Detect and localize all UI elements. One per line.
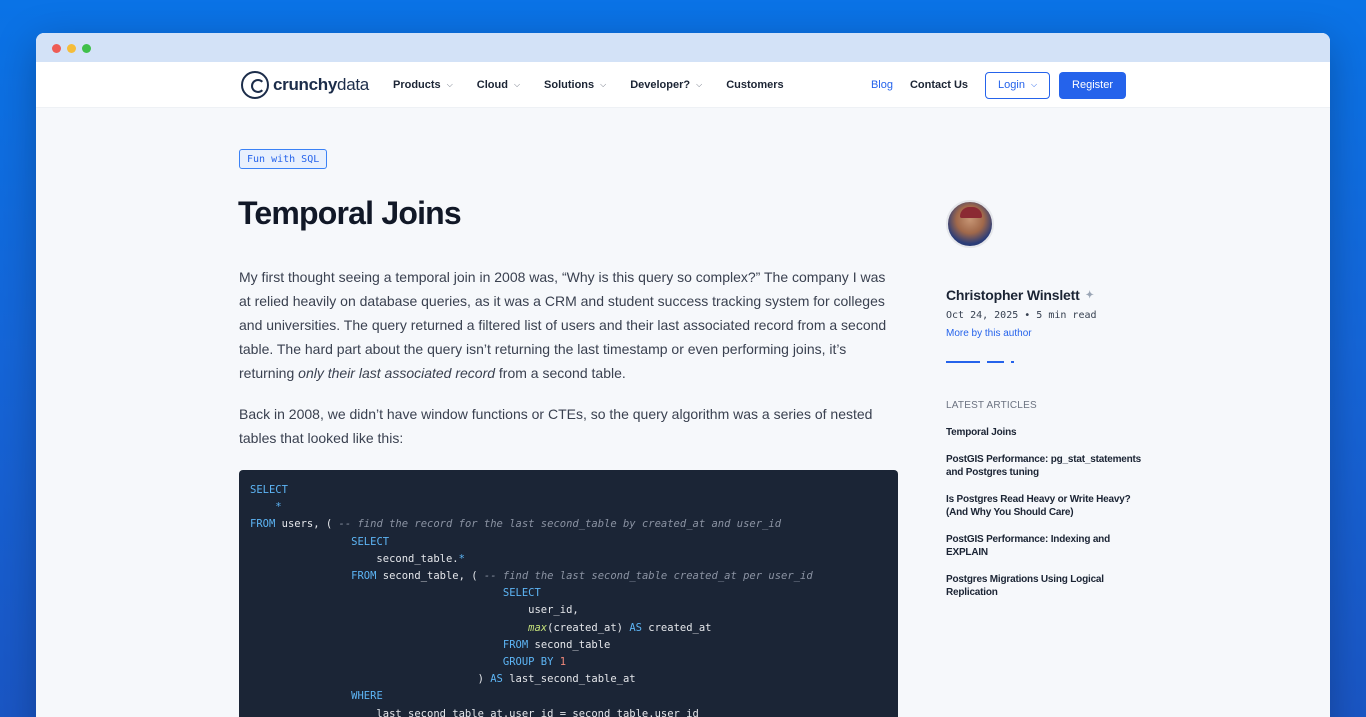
maximize-window-button[interactable] bbox=[82, 44, 91, 53]
author-avatar[interactable] bbox=[946, 200, 994, 248]
nav-item-label: Solutions bbox=[544, 79, 595, 91]
chevron-down-icon: ⌵ bbox=[1030, 80, 1038, 89]
window-titlebar bbox=[36, 33, 1330, 62]
chevron-down-icon: ⌵ bbox=[600, 80, 607, 89]
register-button[interactable]: Register bbox=[1059, 71, 1126, 99]
nav-link-contact[interactable]: Contact Us bbox=[910, 79, 968, 91]
divider-bar bbox=[1011, 361, 1014, 363]
nav-actions: Blog Contact Us Login ⌵ Register bbox=[871, 62, 1126, 108]
nav-item-cloud[interactable]: Cloud ⌵ bbox=[477, 79, 520, 91]
nav-item-label: Customers bbox=[726, 79, 784, 91]
primary-nav: Products ⌵ Cloud ⌵ Solutions ⌵ Developer… bbox=[393, 62, 808, 108]
article-sidebar: Christopher Winslett ✦ Oct 24, 2025 • 5 … bbox=[946, 200, 1176, 598]
twitter-icon[interactable]: ✦ bbox=[1086, 290, 1094, 301]
chevron-down-icon: ⌵ bbox=[513, 80, 521, 89]
author-name-text: Christopher Winslett bbox=[946, 287, 1080, 303]
share-divider bbox=[946, 361, 1021, 363]
page-content: Fun with SQL Temporal Joins My first tho… bbox=[36, 108, 1330, 717]
article-meta: Oct 24, 2025 • 5 min read bbox=[946, 310, 1097, 321]
site-navbar: crunchydata Products ⌵ Cloud ⌵ Solutions… bbox=[36, 62, 1330, 108]
divider-bar bbox=[946, 361, 980, 363]
login-button[interactable]: Login ⌵ bbox=[985, 71, 1051, 99]
latest-article-link[interactable]: Postgres Migrations Using Logical Replic… bbox=[946, 573, 1146, 600]
divider-bar bbox=[987, 361, 1004, 363]
sql-code-block[interactable]: SELECT * FROM users, ( -- find the recor… bbox=[239, 470, 898, 717]
latest-articles-heading: LATEST ARTICLES bbox=[946, 400, 1037, 411]
nav-item-solutions[interactable]: Solutions ⌵ bbox=[544, 79, 606, 91]
latest-articles-list: Temporal Joins PostGIS Performance: pg_s… bbox=[946, 426, 1146, 613]
chevron-down-icon: ⌵ bbox=[446, 80, 453, 89]
minimize-window-button[interactable] bbox=[67, 44, 76, 53]
article-title: Temporal Joins bbox=[238, 195, 462, 231]
close-window-button[interactable] bbox=[52, 44, 61, 53]
browser-window: crunchydata Products ⌵ Cloud ⌵ Solutions… bbox=[36, 33, 1330, 717]
chevron-down-icon: ⌵ bbox=[696, 80, 703, 89]
logo-mark-icon bbox=[241, 71, 269, 99]
nav-item-customers[interactable]: Customers bbox=[726, 79, 783, 91]
crunchy-data-logo[interactable]: crunchydata bbox=[241, 71, 369, 99]
latest-article-link[interactable]: Temporal Joins bbox=[946, 426, 1146, 440]
latest-article-link[interactable]: PostGIS Performance: Indexing and EXPLAI… bbox=[946, 533, 1146, 560]
article-paragraph-2: Back in 2008, we didn’t have window func… bbox=[239, 406, 873, 446]
nav-item-products[interactable]: Products ⌵ bbox=[393, 79, 453, 91]
latest-article-link[interactable]: Is Postgres Read Heavy or Write Heavy? (… bbox=[946, 493, 1146, 520]
nav-item-developer[interactable]: Developer? ⌵ bbox=[630, 79, 702, 91]
nav-link-blog[interactable]: Blog bbox=[871, 79, 893, 91]
login-label: Login bbox=[998, 79, 1025, 91]
category-tag[interactable]: Fun with SQL bbox=[239, 149, 328, 169]
logo-text: crunchydata bbox=[273, 75, 369, 94]
latest-article-link[interactable]: PostGIS Performance: pg_stat_statements … bbox=[946, 453, 1146, 480]
nav-item-label: Products bbox=[393, 79, 441, 91]
article-paragraph-1: My first thought seeing a temporal join … bbox=[239, 269, 887, 381]
nav-item-label: Cloud bbox=[476, 79, 508, 91]
author-name[interactable]: Christopher Winslett ✦ bbox=[946, 287, 1094, 303]
more-by-author-link[interactable]: More by this author bbox=[946, 328, 1032, 339]
nav-item-label: Developer? bbox=[630, 79, 691, 91]
